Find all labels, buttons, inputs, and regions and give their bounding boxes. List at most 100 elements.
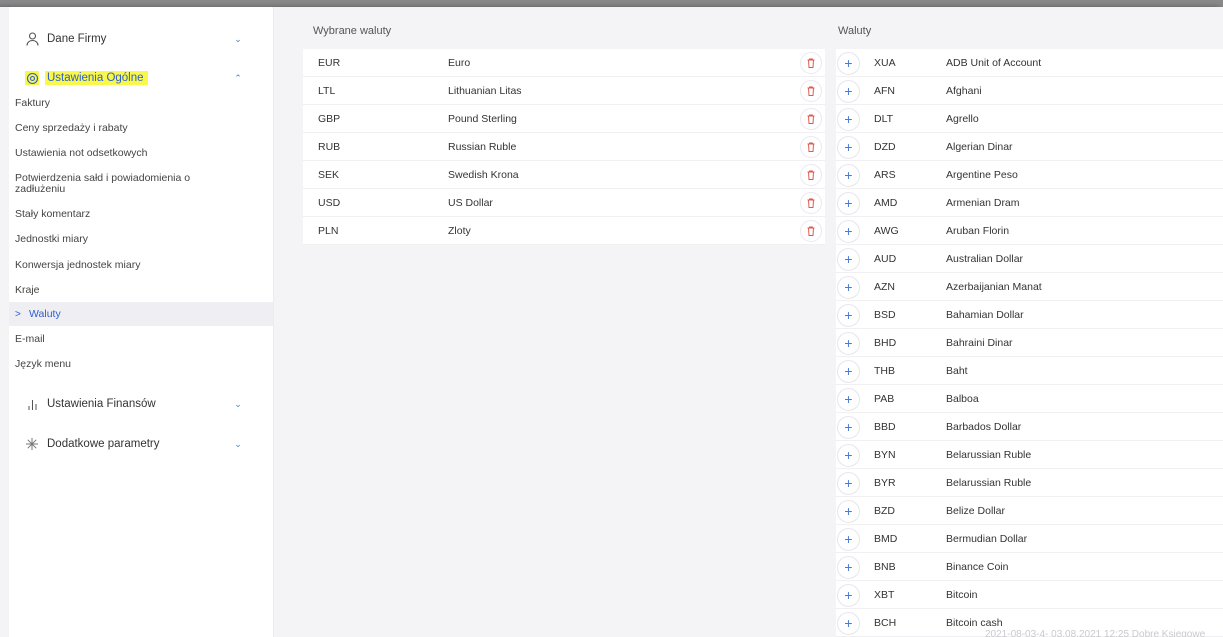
currency-code: DZD [874,141,896,153]
table-row: + BNB Binance Coin [836,553,1223,581]
chevron-down-icon[interactable]: ⌄ [233,34,243,44]
table-row: + AWG Aruban Florin [836,217,1223,245]
table-row: PLN Zloty [303,217,825,245]
sidebar-item-staly-komentarz[interactable]: Stały komentarz [9,202,273,226]
add-currency-button[interactable]: + [837,416,860,439]
delete-button[interactable] [800,80,822,102]
delete-button[interactable] [800,220,822,242]
table-row: SEK Swedish Krona [303,161,825,189]
sidebar-item-ceny[interactable]: Ceny sprzedaży i rabaty [9,116,273,140]
app-window: Dane Firmy ⌄ Ustawienia Ogólne ⌃ Faktury… [0,7,1223,637]
sidebar-item-faktury[interactable]: Faktury [9,91,273,115]
sidebar-item-kraje[interactable]: Kraje [9,278,273,302]
currency-code: AWG [874,225,899,237]
currency-name: Bermudian Dollar [946,533,1028,545]
sidebar-item-potwierdzenia[interactable]: Potwierdzenia sałd i powiadomienia o zad… [9,169,273,199]
footer-version-text: 2021-08-03-4- 03.08.2021 12:25 Dobre Ksi… [985,629,1206,637]
section-ustawienia-finansow[interactable]: Ustawienia Finansów ⌄ [9,391,273,417]
currency-name: ADB Unit of Account [946,57,1042,69]
add-currency-button[interactable]: + [837,192,860,215]
user-icon [25,32,39,46]
table-row: + ARS Argentine Peso [836,161,1223,189]
currency-name: Afghani [946,85,982,97]
delete-button[interactable] [800,136,822,158]
currency-code: SEK [318,169,340,181]
add-currency-button[interactable]: + [837,388,860,411]
table-row: + BBD Barbados Dollar [836,413,1223,441]
section-label: Dane Firmy [47,33,107,45]
add-currency-button[interactable]: + [837,556,860,579]
table-row: + BHD Bahraini Dinar [836,329,1223,357]
add-currency-button[interactable]: + [837,472,860,495]
delete-button[interactable] [800,164,822,186]
currency-code: THB [874,365,895,377]
table-row: USD US Dollar [303,189,825,217]
add-currency-button[interactable]: + [837,248,860,271]
sidebar-item-label: Ceny sprzedaży i rabaty [15,121,128,134]
table-row: + XBT Bitcoin [836,581,1223,609]
currency-name: Bitcoin cash [946,617,1003,629]
currency-code: BNB [874,561,896,573]
sidebar-item-noty-odsetkowe[interactable]: Ustawienia not odsetkowych [9,141,273,165]
currency-code: BYN [874,449,896,461]
delete-button[interactable] [800,192,822,214]
currency-name: Zloty [448,225,471,237]
sidebar-item-jednostki-miary[interactable]: Jednostki miary [9,227,273,251]
currency-name: Euro [448,57,471,69]
add-currency-button[interactable]: + [837,276,860,299]
currency-name: Azerbaijanian Manat [946,281,1042,293]
chevron-down-icon[interactable]: ⌄ [233,439,243,449]
sidebar-item-label: Potwierdzenia sałd i powiadomienia o zad… [15,172,191,195]
section-dane-firmy[interactable]: Dane Firmy ⌄ [9,26,273,52]
settings-sidebar: Dane Firmy ⌄ Ustawienia Ogólne ⌃ Faktury… [9,7,274,637]
currency-code: XBT [874,589,895,601]
trash-icon [807,198,815,208]
delete-button[interactable] [800,108,822,130]
add-currency-button[interactable]: + [837,220,860,243]
currency-name: Agrello [946,113,979,125]
section-label: Ustawienia Ogólne [45,71,148,85]
add-currency-button[interactable]: + [837,612,860,635]
currency-name: US Dollar [448,197,493,209]
sidebar-item-waluty[interactable]: > Waluty [9,302,273,326]
add-currency-button[interactable]: + [837,80,860,103]
add-currency-button[interactable]: + [837,332,860,355]
selected-currencies-title: Wybrane waluty [313,25,392,37]
sidebar-item-label: Konwersja jednostek miary [15,258,141,271]
table-row: + DLT Agrello [836,105,1223,133]
sidebar-item-konwersja[interactable]: Konwersja jednostek miary [9,253,273,277]
chevron-down-icon[interactable]: ⌄ [233,399,243,409]
add-currency-button[interactable]: + [837,108,860,131]
add-currency-button[interactable]: + [837,444,860,467]
table-row: + THB Baht [836,357,1223,385]
currency-name: Belize Dollar [946,505,1005,517]
sidebar-item-label: Język menu [15,357,72,370]
add-currency-button[interactable]: + [837,500,860,523]
table-row: + AFN Afghani [836,77,1223,105]
section-ustawienia-ogolne[interactable]: Ustawienia Ogólne ⌃ [9,65,273,91]
table-row: + BMD Bermudian Dollar [836,525,1223,553]
delete-button[interactable] [800,52,822,74]
currency-name: Baht [946,365,968,377]
add-currency-button[interactable]: + [837,304,860,327]
add-currency-button[interactable]: + [837,164,860,187]
section-dodatkowe-parametry[interactable]: Dodatkowe parametry ⌄ [9,431,273,457]
add-currency-button[interactable]: + [837,584,860,607]
add-currency-button[interactable]: + [837,528,860,551]
currency-name: Belarussian Ruble [946,477,1032,489]
table-row: + AZN Azerbaijanian Manat [836,273,1223,301]
add-currency-button[interactable]: + [837,136,860,159]
add-currency-button[interactable]: + [837,52,860,75]
add-currency-button[interactable]: + [837,360,860,383]
sidebar-item-label: Jednostki miary [15,232,88,245]
sidebar-item-email[interactable]: E-mail [9,327,273,351]
currency-name: Aruban Florin [946,225,1010,237]
sidebar-item-jezyk-menu[interactable]: Język menu [9,352,273,376]
currency-code: BSD [874,309,896,321]
currency-code: BBD [874,421,896,433]
currency-name: Binance Coin [946,561,1009,573]
currency-name: Argentine Peso [946,169,1018,181]
currency-code: AUD [874,253,897,265]
chevron-up-icon[interactable]: ⌃ [233,73,243,83]
currency-name: Bitcoin [946,589,978,601]
